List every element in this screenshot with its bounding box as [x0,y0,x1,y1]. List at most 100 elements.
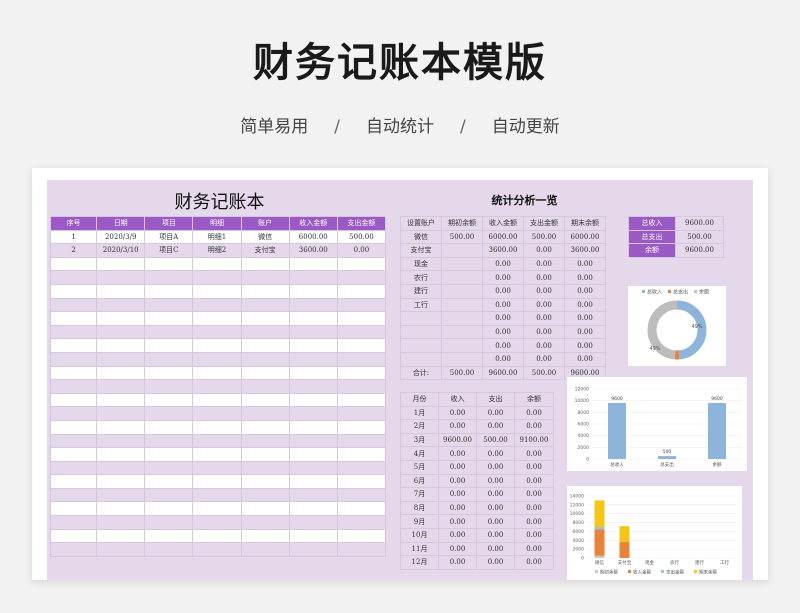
table-cell[interactable] [336,474,387,489]
table-cell[interactable] [49,379,98,394]
table-cell[interactable] [336,419,387,435]
table-cell[interactable] [144,351,194,367]
table-cell[interactable] [192,311,242,326]
table-cell[interactable] [144,283,194,299]
table-cell[interactable] [240,419,290,435]
table-cell[interactable]: 0.00 [336,243,387,258]
table-cell[interactable] [288,487,338,503]
table-cell[interactable] [49,283,98,299]
table-cell[interactable] [49,542,98,557]
table-cell[interactable] [240,270,290,285]
table-cell[interactable] [336,283,387,299]
table-cell[interactable] [96,338,146,353]
table-cell[interactable] [240,338,290,353]
table-cell[interactable] [240,311,290,326]
table-cell[interactable] [96,365,146,381]
table-cell[interactable] [240,406,290,421]
table-cell[interactable] [288,447,338,462]
table-cell[interactable] [96,324,146,340]
table-cell[interactable] [96,297,146,313]
table-cell[interactable] [192,365,242,381]
table-cell[interactable] [96,351,146,367]
table-cell[interactable] [49,365,98,381]
table-cell[interactable] [192,501,242,517]
table-cell[interactable] [192,433,242,449]
table-cell[interactable] [240,365,290,381]
table-cell[interactable] [336,501,387,517]
table-cell[interactable] [288,283,338,299]
table-cell[interactable] [49,338,98,353]
table-cell[interactable] [288,256,338,272]
table-cell[interactable] [240,392,290,408]
table-cell[interactable] [240,433,290,449]
table-cell[interactable] [96,379,146,394]
table-cell[interactable] [288,311,338,326]
table-cell[interactable] [240,283,290,299]
table-cell[interactable]: 项目A [144,229,194,245]
table-cell[interactable] [288,270,338,285]
table-cell[interactable] [144,542,194,557]
table-cell[interactable] [144,487,194,503]
table-cell[interactable] [96,392,146,408]
table-cell[interactable] [336,460,387,476]
table-cell[interactable] [336,433,387,449]
table-cell[interactable]: 1 [49,229,98,245]
table-cell[interactable] [96,447,146,462]
table-cell[interactable] [336,311,387,326]
table-cell[interactable] [96,474,146,489]
table-cell[interactable] [336,297,387,313]
table-cell[interactable] [336,351,387,367]
table-cell[interactable] [144,338,194,353]
table-cell[interactable]: 500.00 [336,229,387,245]
table-cell[interactable] [288,515,338,530]
table-cell[interactable] [49,433,98,449]
table-cell[interactable] [288,365,338,381]
table-cell[interactable] [96,283,146,299]
table-cell[interactable] [144,311,194,326]
table-cell[interactable] [288,460,338,476]
table-cell[interactable] [96,515,146,530]
table-cell[interactable] [144,297,194,313]
table-cell[interactable] [192,392,242,408]
table-cell[interactable] [336,324,387,340]
table-cell[interactable] [336,542,387,557]
table-cell[interactable] [96,501,146,517]
table-cell[interactable] [288,419,338,435]
table-cell[interactable] [49,474,98,489]
table-cell[interactable]: 明细2 [192,243,242,258]
table-cell[interactable] [192,297,242,313]
table-cell[interactable] [240,515,290,530]
table-cell[interactable] [240,528,290,544]
table-cell[interactable] [49,311,98,326]
table-cell[interactable] [96,311,146,326]
table-cell[interactable] [49,270,98,285]
table-cell[interactable] [96,406,146,421]
table-cell[interactable] [144,392,194,408]
table-cell[interactable] [240,474,290,489]
table-cell[interactable]: 2020/3/9 [96,229,146,245]
table-cell[interactable] [96,433,146,449]
table-cell[interactable] [240,447,290,462]
table-cell[interactable] [144,324,194,340]
table-cell[interactable] [144,256,194,272]
table-cell[interactable] [144,419,194,435]
table-cell[interactable] [192,447,242,462]
table-cell[interactable] [336,256,387,272]
table-cell[interactable]: 微信 [240,229,290,245]
table-cell[interactable] [240,379,290,394]
table-cell[interactable] [49,392,98,408]
table-cell[interactable] [288,351,338,367]
table-cell[interactable] [49,515,98,530]
table-cell[interactable] [49,447,98,462]
table-cell[interactable] [96,460,146,476]
table-cell[interactable] [288,542,338,557]
table-cell[interactable] [192,474,242,489]
table-cell[interactable]: 6000.00 [288,229,338,245]
table-cell[interactable] [192,338,242,353]
table-cell[interactable] [144,270,194,285]
table-cell[interactable] [240,487,290,503]
table-cell[interactable] [288,528,338,544]
table-cell[interactable] [144,501,194,517]
table-cell[interactable] [240,351,290,367]
table-cell[interactable] [336,447,387,462]
